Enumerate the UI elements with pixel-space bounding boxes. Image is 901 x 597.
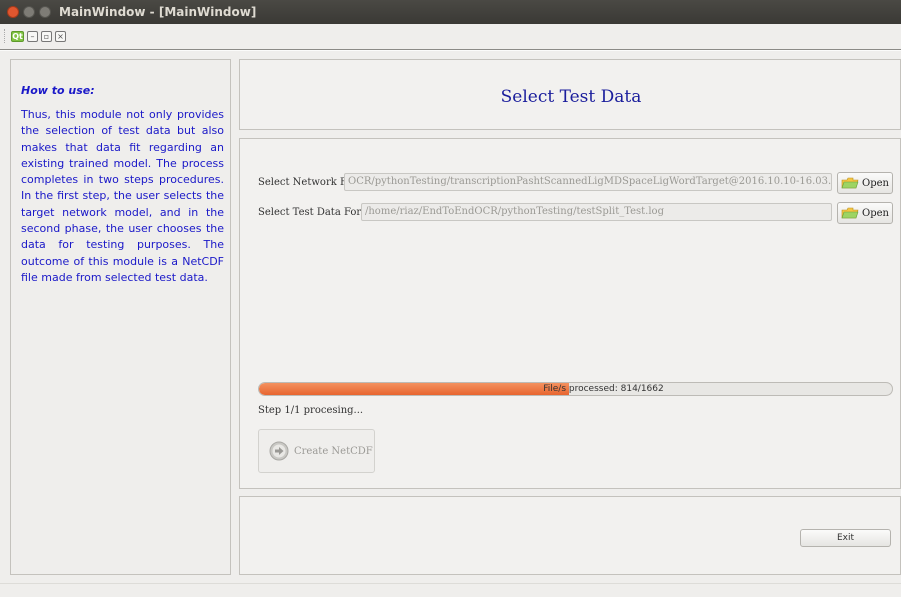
step-status-text: Step 1/1 procesing... [258, 405, 364, 416]
help-body: Thus, this module not only provides the … [21, 108, 224, 284]
progress-bar: File/s processed: 814/1662 [258, 382, 893, 396]
qt-logo-icon[interactable]: Qt [11, 30, 24, 42]
network-file-open-label: Open [862, 177, 889, 189]
network-file-input[interactable]: OCR/pythonTesting/transcriptionPashtScan… [344, 173, 832, 191]
create-netcdf-button[interactable]: Create NetCDF [258, 429, 375, 473]
window-maximize-button[interactable] [39, 6, 51, 18]
toolbar-handle[interactable] [4, 29, 8, 43]
network-file-open-button[interactable]: Open [837, 172, 893, 194]
footer-panel: Exit [239, 496, 901, 575]
test-data-input[interactable]: /home/riaz/EndToEndOCR/pythonTesting/tes… [361, 203, 832, 221]
restore-icon[interactable]: ▫ [41, 30, 52, 42]
minimize-icon[interactable]: – [27, 30, 38, 42]
arrow-right-circle-icon [269, 441, 289, 461]
help-panel: How to use: Thus, this module not only p… [10, 59, 231, 575]
toolbar-divider-highlight [0, 50, 901, 51]
status-bar [0, 583, 901, 597]
folder-icon [841, 207, 859, 219]
test-data-open-button[interactable]: Open [837, 202, 893, 224]
title-panel: Select Test Data [239, 59, 901, 130]
close-icon[interactable]: × [55, 30, 66, 42]
progress-text: File/s processed: 814/1662 [543, 384, 664, 394]
title-bar: MainWindow - [MainWindow] [0, 0, 901, 24]
exit-button[interactable]: Exit [800, 529, 891, 547]
folder-icon [841, 177, 859, 189]
help-title: How to use: [21, 84, 95, 97]
toolbar: Qt – ▫ × [0, 24, 901, 48]
create-netcdf-label: Create NetCDF [294, 445, 373, 457]
window-close-button[interactable] [7, 6, 19, 18]
main-panel: Select Network File OCR/pythonTesting/tr… [239, 138, 901, 489]
page-title: Select Test Data [500, 87, 642, 107]
window-title: MainWindow - [MainWindow] [59, 5, 257, 19]
window-minimize-button[interactable] [23, 6, 35, 18]
test-data-open-label: Open [862, 207, 889, 219]
